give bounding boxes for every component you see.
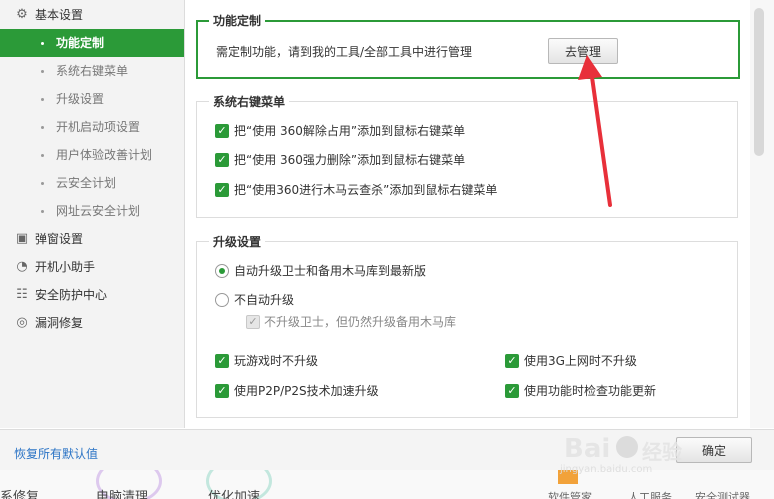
sidebar-item-label: 用户体验改善计划 — [56, 148, 153, 162]
bullet-icon — [41, 154, 44, 157]
option-unlocker-label: 把“使用 360解除占用”添加到鼠标右键菜单 — [234, 124, 466, 138]
sidebar-item-label: 云安全计划 — [56, 176, 117, 190]
sidebar-item-upgrade[interactable]: 升级设置 — [0, 85, 184, 113]
section-upgrade-title: 升级设置 — [209, 235, 266, 249]
sidebar-item-startup[interactable]: 开机启动项设置 — [0, 113, 184, 141]
sidebar: ⚙ 基本设置 功能定制 系统右键菜单 升级设置 开机启动项设置 用户体验改善计划… — [0, 0, 185, 428]
sidebar-item-label: 系统右键菜单 — [56, 64, 129, 78]
background-label: 人工服务 — [628, 491, 672, 499]
option-cloud-scan-label: 把“使用360进行木马云查杀”添加到鼠标右键菜单 — [234, 183, 498, 197]
restore-defaults-link[interactable]: 恢复所有默认值 — [14, 445, 98, 462]
checkbox-keep-trojan-db: ✓ — [246, 315, 260, 329]
watermark-url: jingyan.baidu.com — [560, 464, 653, 475]
background-label: 优化加速 — [208, 490, 261, 499]
radio-auto-upgrade[interactable] — [215, 264, 229, 278]
sidebar-group-security-center[interactable]: ☷ 安全防护中心 — [0, 281, 184, 309]
section-custom-title: 功能定制 — [209, 14, 266, 28]
checkbox-no-upgrade-3g[interactable]: ✓ — [505, 354, 519, 368]
gear-icon: ⚙ — [16, 7, 28, 22]
sidebar-group-label: 漏洞修复 — [35, 316, 84, 330]
bullet-icon — [41, 182, 44, 185]
settings-content: 功能定制 需定制功能，请到我的工具/全部工具中进行管理 去管理 系统右键菜单 ✓… — [185, 0, 750, 428]
sidebar-group-popup[interactable]: ▣ 弹窗设置 — [0, 225, 184, 253]
checkbox-cloud-scan[interactable]: ✓ — [215, 183, 229, 197]
patch-icon: ◎ — [16, 315, 28, 330]
sidebar-group-label: 基本设置 — [35, 8, 84, 22]
no-upgrade-game-label: 玩游戏时不升级 — [234, 354, 319, 368]
settings-window: ⚙ 基本设置 功能定制 系统右键菜单 升级设置 开机启动项设置 用户体验改善计划… — [0, 0, 774, 471]
arrow-annotation-icon — [578, 55, 612, 207]
sidebar-item-cloud-security[interactable]: 云安全计划 — [0, 169, 184, 197]
sidebar-group-label: 安全防护中心 — [35, 288, 108, 302]
background-label: 软件管家 — [548, 491, 592, 499]
sidebar-group-label: 弹窗设置 — [35, 232, 84, 246]
sidebar-group-basic[interactable]: ⚙ 基本设置 — [0, 1, 184, 29]
checkbox-no-upgrade-game[interactable]: ✓ — [215, 354, 229, 368]
watermark-experience: 经验 — [642, 440, 682, 464]
background-label: 电脑清理 — [96, 490, 149, 499]
option-force-delete-label: 把“使用 360强力删除”添加到鼠标右键菜单 — [234, 153, 466, 167]
baidu-paw-icon — [616, 436, 638, 458]
radio-no-auto-upgrade-label: 不自动升级 — [234, 293, 295, 307]
checkbox-p2p-upgrade[interactable]: ✓ — [215, 384, 229, 398]
sidebar-item-custom[interactable]: 功能定制 — [0, 29, 184, 57]
background-label: 安全测试器 — [695, 491, 750, 499]
p2p-upgrade-label: 使用P2P/P2S技术加速升级 — [234, 384, 379, 398]
shield-grid-icon: ☷ — [16, 287, 28, 302]
sidebar-item-ux-plan[interactable]: 用户体验改善计划 — [0, 141, 184, 169]
sidebar-item-label: 升级设置 — [56, 92, 105, 106]
background-label: 系修复 — [0, 490, 40, 499]
window-icon: ▣ — [15, 231, 29, 246]
no-upgrade-3g-label: 使用3G上网时不升级 — [524, 354, 637, 368]
sidebar-item-url-cloud[interactable]: 网址云安全计划 — [0, 197, 184, 225]
sidebar-group-boot-helper[interactable]: ◔ 开机小助手 — [0, 253, 184, 281]
timer-icon: ◔ — [16, 259, 28, 274]
bullet-icon — [41, 42, 44, 45]
sidebar-group-patch[interactable]: ◎ 漏洞修复 — [0, 309, 184, 337]
scrollbar-thumb[interactable] — [754, 8, 764, 156]
check-updates-label: 使用功能时检查功能更新 — [524, 384, 657, 398]
radio-auto-upgrade-label: 自动升级卫士和备用木马库到最新版 — [234, 264, 427, 278]
sidebar-item-context-menu[interactable]: 系统右键菜单 — [0, 57, 184, 85]
bullet-icon — [41, 70, 44, 73]
custom-description: 需定制功能，请到我的工具/全部工具中进行管理 — [216, 45, 473, 59]
sidebar-item-label: 网址云安全计划 — [56, 204, 141, 218]
radio-no-auto-upgrade[interactable] — [215, 293, 229, 307]
bullet-icon — [41, 210, 44, 213]
bullet-icon — [41, 98, 44, 101]
watermark-brand: Bai — [564, 434, 611, 464]
keep-trojan-db-label: 不升级卫士，但仍然升级备用木马库 — [264, 315, 457, 329]
checkbox-check-updates[interactable]: ✓ — [505, 384, 519, 398]
sidebar-group-label: 开机小助手 — [35, 260, 96, 274]
checkbox-unlocker[interactable]: ✓ — [215, 124, 229, 138]
section-context-menu-title: 系统右键菜单 — [209, 95, 290, 109]
bullet-icon — [41, 126, 44, 129]
sidebar-item-label: 开机启动项设置 — [56, 120, 141, 134]
sidebar-item-label: 功能定制 — [56, 36, 105, 50]
baidu-watermark: Bai 经验 jingyan.baidu.com — [560, 428, 740, 480]
checkbox-force-delete[interactable]: ✓ — [215, 153, 229, 167]
